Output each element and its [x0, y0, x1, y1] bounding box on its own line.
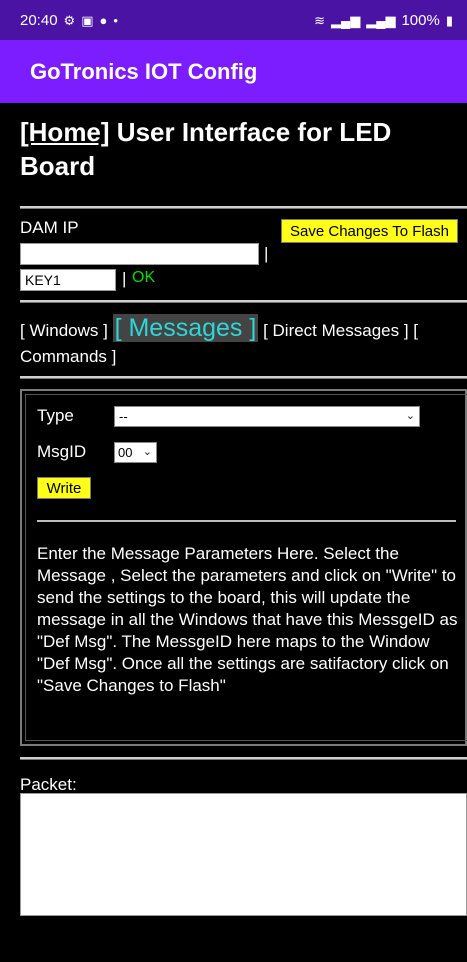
- status-bar: 20:40 ⚙ ▣ ● • ≋ ▂▄▆ ▂▄▆ 100% ▮: [0, 0, 467, 40]
- app-bar: GoTronics IOT Config: [0, 40, 467, 103]
- write-button[interactable]: Write: [37, 477, 91, 499]
- packet-label: Packet:: [20, 775, 77, 794]
- dam-ip-label: DAM IP: [20, 218, 79, 237]
- divider: [37, 520, 456, 522]
- wifi-icon: ≋: [314, 12, 326, 28]
- separator: |: [264, 244, 269, 263]
- dot-icon: •: [113, 12, 118, 28]
- dam-ip-input[interactable]: [20, 243, 259, 265]
- msgid-select[interactable]: 00 ⌄: [114, 442, 157, 463]
- home-link[interactable]: [Home]: [20, 117, 110, 147]
- save-changes-button[interactable]: Save Changes To Flash: [281, 219, 458, 243]
- divider: [20, 757, 467, 760]
- divider: [20, 376, 467, 379]
- status-ok: OK: [132, 269, 156, 286]
- page-title: [Home] User Interface for LED Board: [20, 115, 460, 183]
- signal-icon: ▂▄▆: [331, 12, 361, 28]
- divider: [20, 300, 467, 303]
- type-label: Type: [37, 406, 74, 425]
- chevron-down-icon: ⌄: [405, 410, 415, 422]
- signal-icon: ▂▄▆: [366, 12, 396, 28]
- bag-icon: ●: [99, 12, 108, 28]
- type-select-value: --: [119, 409, 128, 424]
- app-title: GoTronics IOT Config: [30, 58, 258, 84]
- separator: |: [122, 269, 127, 288]
- battery-icon: ▮: [445, 12, 453, 28]
- type-select[interactable]: -- ⌄: [114, 406, 420, 427]
- tab-windows[interactable]: [ Windows ]: [20, 321, 108, 340]
- page-content: [Home] User Interface for LED Board DAM …: [0, 103, 467, 962]
- chevron-down-icon: ⌄: [142, 446, 152, 458]
- msgid-select-value: 00: [118, 445, 133, 460]
- battery-percent: 100%: [401, 11, 440, 29]
- clock: 20:40: [20, 11, 58, 29]
- key-input[interactable]: KEY1: [20, 269, 116, 291]
- msgid-label: MsgID: [37, 442, 87, 461]
- packet-textarea[interactable]: [20, 793, 467, 916]
- instructions-text: Enter the Message Parameters Here. Selec…: [37, 544, 458, 695]
- tab-direct-messages[interactable]: [ Direct Messages ]: [263, 321, 409, 340]
- image-icon: ▣: [81, 12, 94, 28]
- tab-bar: [ Windows ] [ Messages ] [ Direct Messag…: [20, 314, 467, 370]
- divider: [20, 206, 467, 209]
- tab-messages[interactable]: [ Messages ]: [112, 314, 259, 342]
- gear-icon: ⚙: [63, 12, 76, 28]
